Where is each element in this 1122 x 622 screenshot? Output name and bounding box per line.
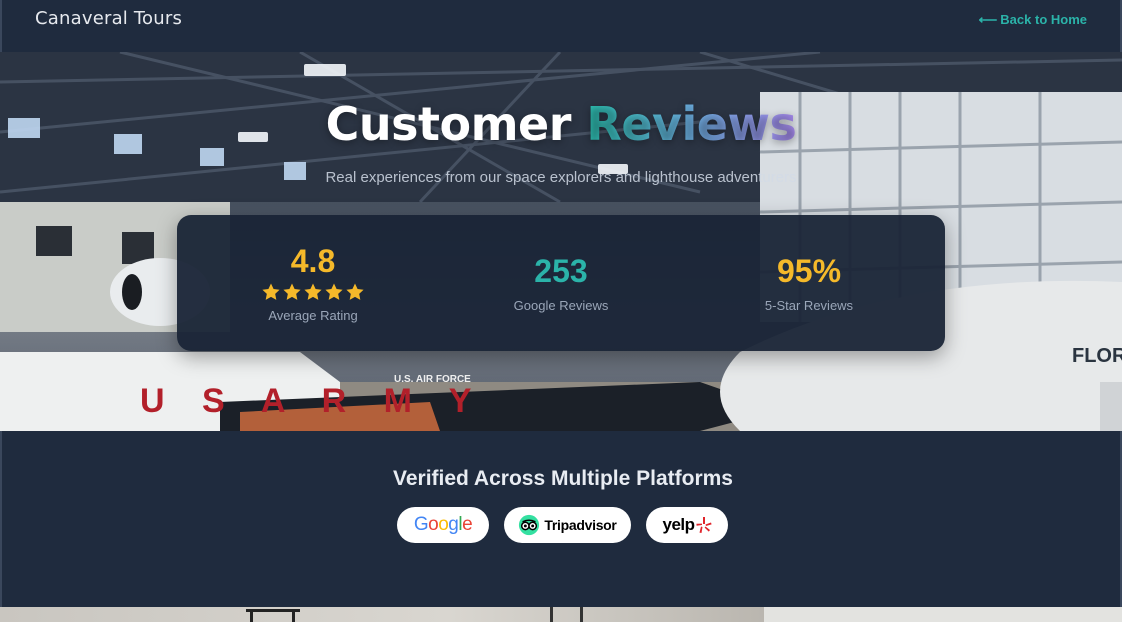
stat-average-rating: 4.8 Average Rating bbox=[185, 215, 441, 351]
tripadvisor-wordmark: Tripadvisor bbox=[544, 517, 617, 533]
army-lettering: U S A R M Y bbox=[140, 382, 485, 420]
stat-google-reviews: 253 Google Reviews bbox=[433, 215, 689, 351]
back-arrow-icon: ⟵ bbox=[978, 12, 998, 27]
reviews-page: Canaveral Tours ⟵ Back to Home U S A R M… bbox=[0, 0, 1122, 622]
page-title: Customer Reviews bbox=[0, 97, 1122, 151]
page-title-main: Customer bbox=[325, 97, 572, 151]
star-icon bbox=[325, 283, 343, 300]
star-icon bbox=[283, 283, 301, 300]
stat-value: 253 bbox=[534, 253, 588, 289]
back-to-home-label: Back to Home bbox=[1000, 12, 1087, 27]
page-subtitle: Real experiences from our space explorer… bbox=[325, 169, 797, 186]
back-to-home-link[interactable]: ⟵ Back to Home bbox=[979, 12, 1087, 28]
page-title-accent: Reviews bbox=[586, 97, 797, 151]
yelp-wordmark: yelp bbox=[662, 515, 695, 534]
star-icon bbox=[346, 283, 364, 300]
air-force-lettering: U.S. AIR FORCE bbox=[394, 374, 471, 385]
brand-name[interactable]: Canaveral Tours bbox=[35, 8, 182, 29]
yelp-badge[interactable]: yelp bbox=[646, 507, 728, 543]
stat-value: 4.8 bbox=[290, 243, 336, 279]
hero-section: U S A R M Y U.S. AIR FORCE FLORI Custome… bbox=[0, 52, 1122, 431]
section-title: Verified Across Multiple Platforms bbox=[393, 467, 733, 490]
stats-card: 4.8 Average Rating 253 Google Reviews 95… bbox=[177, 215, 945, 351]
stat-label: 5-Star Reviews bbox=[764, 298, 854, 313]
stat-label: Average Rating bbox=[268, 308, 358, 323]
top-navigation-bar: Canaveral Tours ⟵ Back to Home bbox=[0, 0, 1122, 52]
star-rating bbox=[185, 282, 441, 304]
verified-platforms-section: Verified Across Multiple Platforms Googl… bbox=[0, 431, 1122, 607]
stat-value: 95% bbox=[776, 253, 842, 289]
next-section-image-peek bbox=[0, 607, 1122, 622]
platform-badges: Google Tripadvisor yelp bbox=[2, 507, 1122, 543]
star-icon bbox=[262, 283, 280, 300]
florida-lettering: FLORI bbox=[1072, 345, 1122, 367]
stat-label: Google Reviews bbox=[513, 298, 609, 313]
tripadvisor-badge[interactable]: Tripadvisor bbox=[504, 507, 631, 543]
google-badge[interactable]: Google bbox=[397, 507, 489, 543]
star-icon bbox=[304, 283, 322, 300]
stat-five-star-reviews: 95% 5-Star Reviews bbox=[681, 215, 937, 351]
google-logo: Google bbox=[413, 514, 473, 535]
tripadvisor-owl-icon bbox=[519, 514, 540, 536]
yelp-burst-icon bbox=[695, 517, 712, 533]
